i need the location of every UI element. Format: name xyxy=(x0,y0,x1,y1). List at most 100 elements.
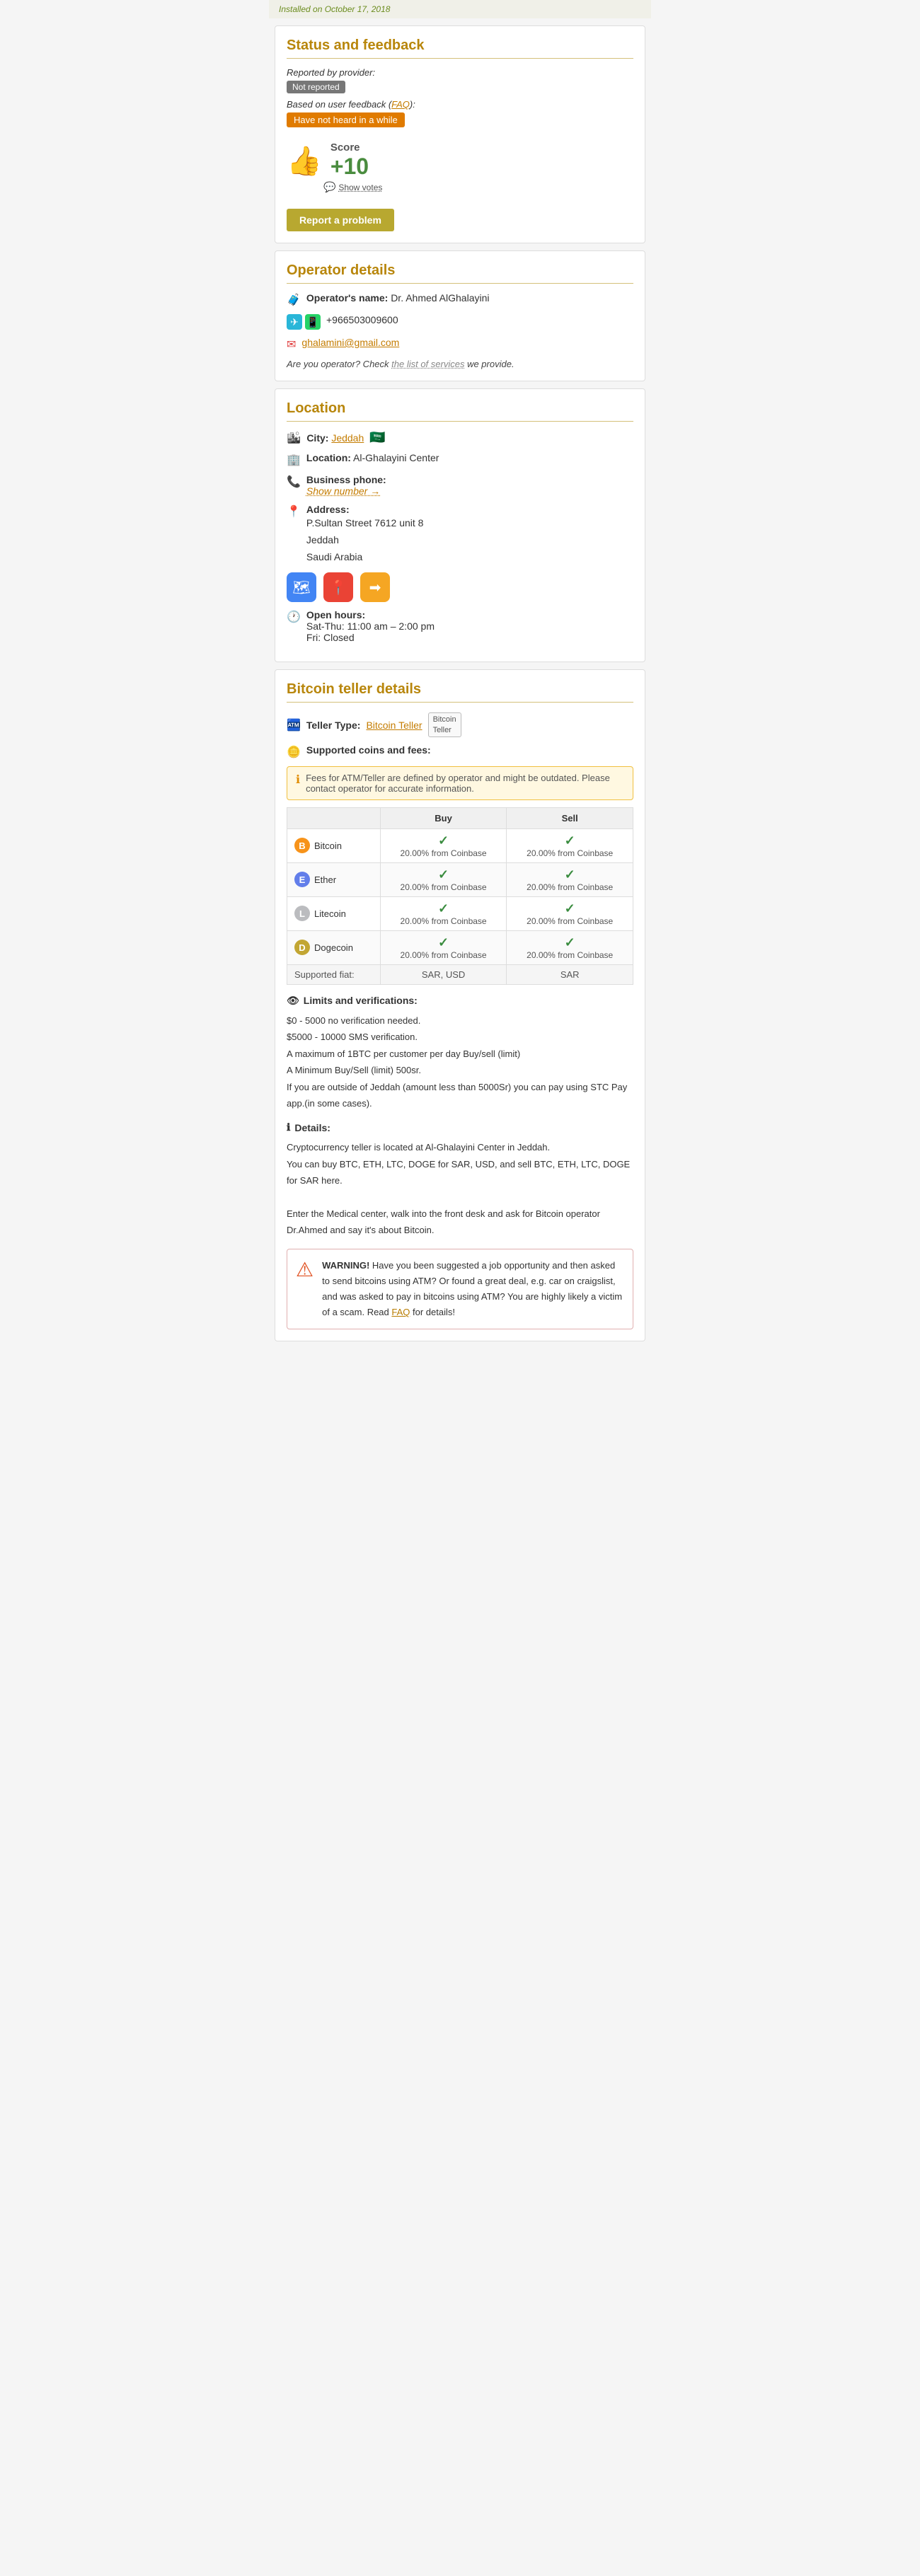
operator-details-card: Operator details 🧳 Operator's name: Dr. … xyxy=(275,250,645,381)
buy-cell: ✓ 20.00% from Coinbase xyxy=(380,862,507,896)
sell-fee: 20.00% from Coinbase xyxy=(514,916,626,926)
address-line-1: P.Sultan Street 7612 unit 8 xyxy=(306,515,424,532)
coin-name: Ether xyxy=(314,874,336,885)
score-block: Score +10 xyxy=(330,141,369,180)
open-hours-line-2: Fri: Closed xyxy=(306,632,435,643)
services-link[interactable]: the list of services xyxy=(391,359,464,369)
thumbs-up-icon: 👍 xyxy=(287,144,322,178)
teller-type-value[interactable]: Bitcoin Teller xyxy=(366,720,422,731)
phone-icons: ✈ 📱 xyxy=(287,314,321,330)
details-section-title: ℹ Details: xyxy=(287,1121,633,1133)
limits-text: $0 - 5000 no verification needed.$5000 -… xyxy=(287,1012,633,1111)
table-header-sell: Sell xyxy=(507,807,633,828)
user-feedback-label: Based on user feedback (FAQ): xyxy=(287,99,633,110)
coins-table: Buy Sell B Bitcoin ✓ 20.00% from Coinbas… xyxy=(287,807,633,985)
eye-icon: 👁 xyxy=(287,995,299,1007)
warning-faq-link[interactable]: FAQ xyxy=(391,1307,410,1317)
fee-info-text: Fees for ATM/Teller are defined by opera… xyxy=(306,773,624,794)
coins-icon: 🪙 xyxy=(287,745,301,759)
open-hours-label: Open hours: xyxy=(306,609,435,620)
status-feedback-card: Status and feedback Reported by provider… xyxy=(275,25,645,243)
limit-line: $5000 - 10000 SMS verification. xyxy=(287,1029,633,1045)
detail-line: You can buy BTC, ETH, LTC, DOGE for SAR,… xyxy=(287,1156,633,1189)
directions-button[interactable]: ➡ xyxy=(360,572,390,602)
table-header-buy: Buy xyxy=(380,807,507,828)
limit-line: If you are outside of Jeddah (amount les… xyxy=(287,1079,633,1112)
limit-line: A maximum of 1BTC per customer per day B… xyxy=(287,1046,633,1062)
show-votes-link[interactable]: Show votes xyxy=(338,183,382,192)
location-label: Location: xyxy=(306,452,351,463)
sell-cell: ✓ 20.00% from Coinbase xyxy=(507,896,633,930)
report-problem-button[interactable]: Report a problem xyxy=(287,209,394,231)
sell-fee: 20.00% from Coinbase xyxy=(514,950,626,960)
business-phone-label: Business phone: xyxy=(306,474,386,485)
address-block: P.Sultan Street 7612 unit 8 Jeddah Saudi… xyxy=(306,515,424,565)
clock-icon: 🕐 xyxy=(287,610,301,624)
installed-text: Installed on October 17, 2018 xyxy=(279,4,390,14)
coin-name-cell: D Dogecoin xyxy=(287,930,381,964)
teller-type-icon: 🏧 xyxy=(287,718,301,732)
sell-checkmark: ✓ xyxy=(514,867,626,882)
info-circle-icon: ℹ xyxy=(287,1121,290,1133)
city-icon: 🏙 xyxy=(287,431,301,445)
phone-icon: 📞 xyxy=(287,475,301,489)
table-row: L Litecoin ✓ 20.00% from Coinbase ✓ 20.0… xyxy=(287,896,633,930)
address-line-2: Jeddah xyxy=(306,532,424,549)
address-line-3: Saudi Arabia xyxy=(306,549,424,566)
telegram-icon: ✈ xyxy=(287,314,302,330)
buy-cell: ✓ 20.00% from Coinbase xyxy=(380,896,507,930)
score-label: Score xyxy=(330,141,369,154)
table-header-coin xyxy=(287,807,381,828)
doge-icon: D xyxy=(294,940,310,955)
email-icon: ✉ xyxy=(287,337,296,352)
city-row: 🏙 City: Jeddah 🇸🇦 xyxy=(287,430,633,445)
teller-details-card: Bitcoin teller details 🏧 Teller Type: Bi… xyxy=(275,669,645,1341)
show-votes-row: 💬 Show votes xyxy=(323,181,633,193)
location-row: 🏢 Location: Al-Ghalayini Center xyxy=(287,452,633,467)
sell-cell: ✓ 20.00% from Coinbase xyxy=(507,930,633,964)
details-text: Cryptocurrency teller is located at Al-G… xyxy=(287,1139,633,1238)
faq-link-1[interactable]: FAQ xyxy=(391,99,410,110)
coin-name-cell: E Ether xyxy=(287,862,381,896)
location-card: Location 🏙 City: Jeddah 🇸🇦 🏢 Location: A… xyxy=(275,388,645,662)
operator-name-label: Operator's name: xyxy=(306,292,388,304)
teller-badge: Bitcoin Teller xyxy=(428,712,461,737)
address-label: Address: xyxy=(306,504,424,515)
email-row: ✉ ghalamini@gmail.com xyxy=(287,337,633,352)
fiat-buy: SAR, USD xyxy=(380,964,507,984)
buy-checkmark: ✓ xyxy=(388,867,500,882)
phone-number: +966503009600 xyxy=(326,314,398,325)
google-maps-button[interactable]: 🗺 xyxy=(287,572,316,602)
supported-coins-row: 🪙 Supported coins and fees: xyxy=(287,744,633,759)
score-area: 👍 Score +10 xyxy=(287,141,633,180)
fiat-sell: SAR xyxy=(507,964,633,984)
table-row: D Dogecoin ✓ 20.00% from Coinbase ✓ 20.0… xyxy=(287,930,633,964)
operator-name-value: Dr. Ahmed AlGhalayini xyxy=(391,292,489,304)
coin-name-cell: B Bitcoin xyxy=(287,828,381,862)
city-value[interactable]: Jeddah xyxy=(331,432,364,444)
limits-title: 👁 Limits and verifications: xyxy=(287,995,633,1007)
open-hours-line-1: Sat-Thu: 11:00 am – 2:00 pm xyxy=(306,620,435,632)
coin-name: Bitcoin xyxy=(314,841,342,851)
detail-line: Enter the Medical center, walk into the … xyxy=(287,1206,633,1239)
show-number-link[interactable]: Show number → xyxy=(306,485,380,497)
google-maps-alt-button[interactable]: 📍 xyxy=(323,572,353,602)
address-icon: 📍 xyxy=(287,504,301,519)
buy-checkmark: ✓ xyxy=(388,901,500,916)
warning-box: ⚠ WARNING! Have you been suggested a job… xyxy=(287,1249,633,1329)
fee-info-box: ℹ Fees for ATM/Teller are defined by ope… xyxy=(287,766,633,800)
teller-details-title: Bitcoin teller details xyxy=(287,681,633,703)
location-value: Al-Ghalayini Center xyxy=(353,452,439,463)
email-link[interactable]: ghalamini@gmail.com xyxy=(301,337,399,348)
buy-checkmark: ✓ xyxy=(388,935,500,950)
address-row: 📍 Address: P.Sultan Street 7612 unit 8 J… xyxy=(287,504,633,565)
limit-line: $0 - 5000 no verification needed. xyxy=(287,1012,633,1029)
operator-name-row: 🧳 Operator's name: Dr. Ahmed AlGhalayini xyxy=(287,292,633,307)
warning-text: WARNING! Have you been suggested a job o… xyxy=(322,1258,624,1320)
info-icon: ℹ xyxy=(296,773,300,787)
sell-cell: ✓ 20.00% from Coinbase xyxy=(507,862,633,896)
sell-fee: 20.00% from Coinbase xyxy=(514,882,626,892)
not-reported-badge: Not reported xyxy=(287,81,345,93)
sell-cell: ✓ 20.00% from Coinbase xyxy=(507,828,633,862)
buy-checkmark: ✓ xyxy=(388,833,500,848)
